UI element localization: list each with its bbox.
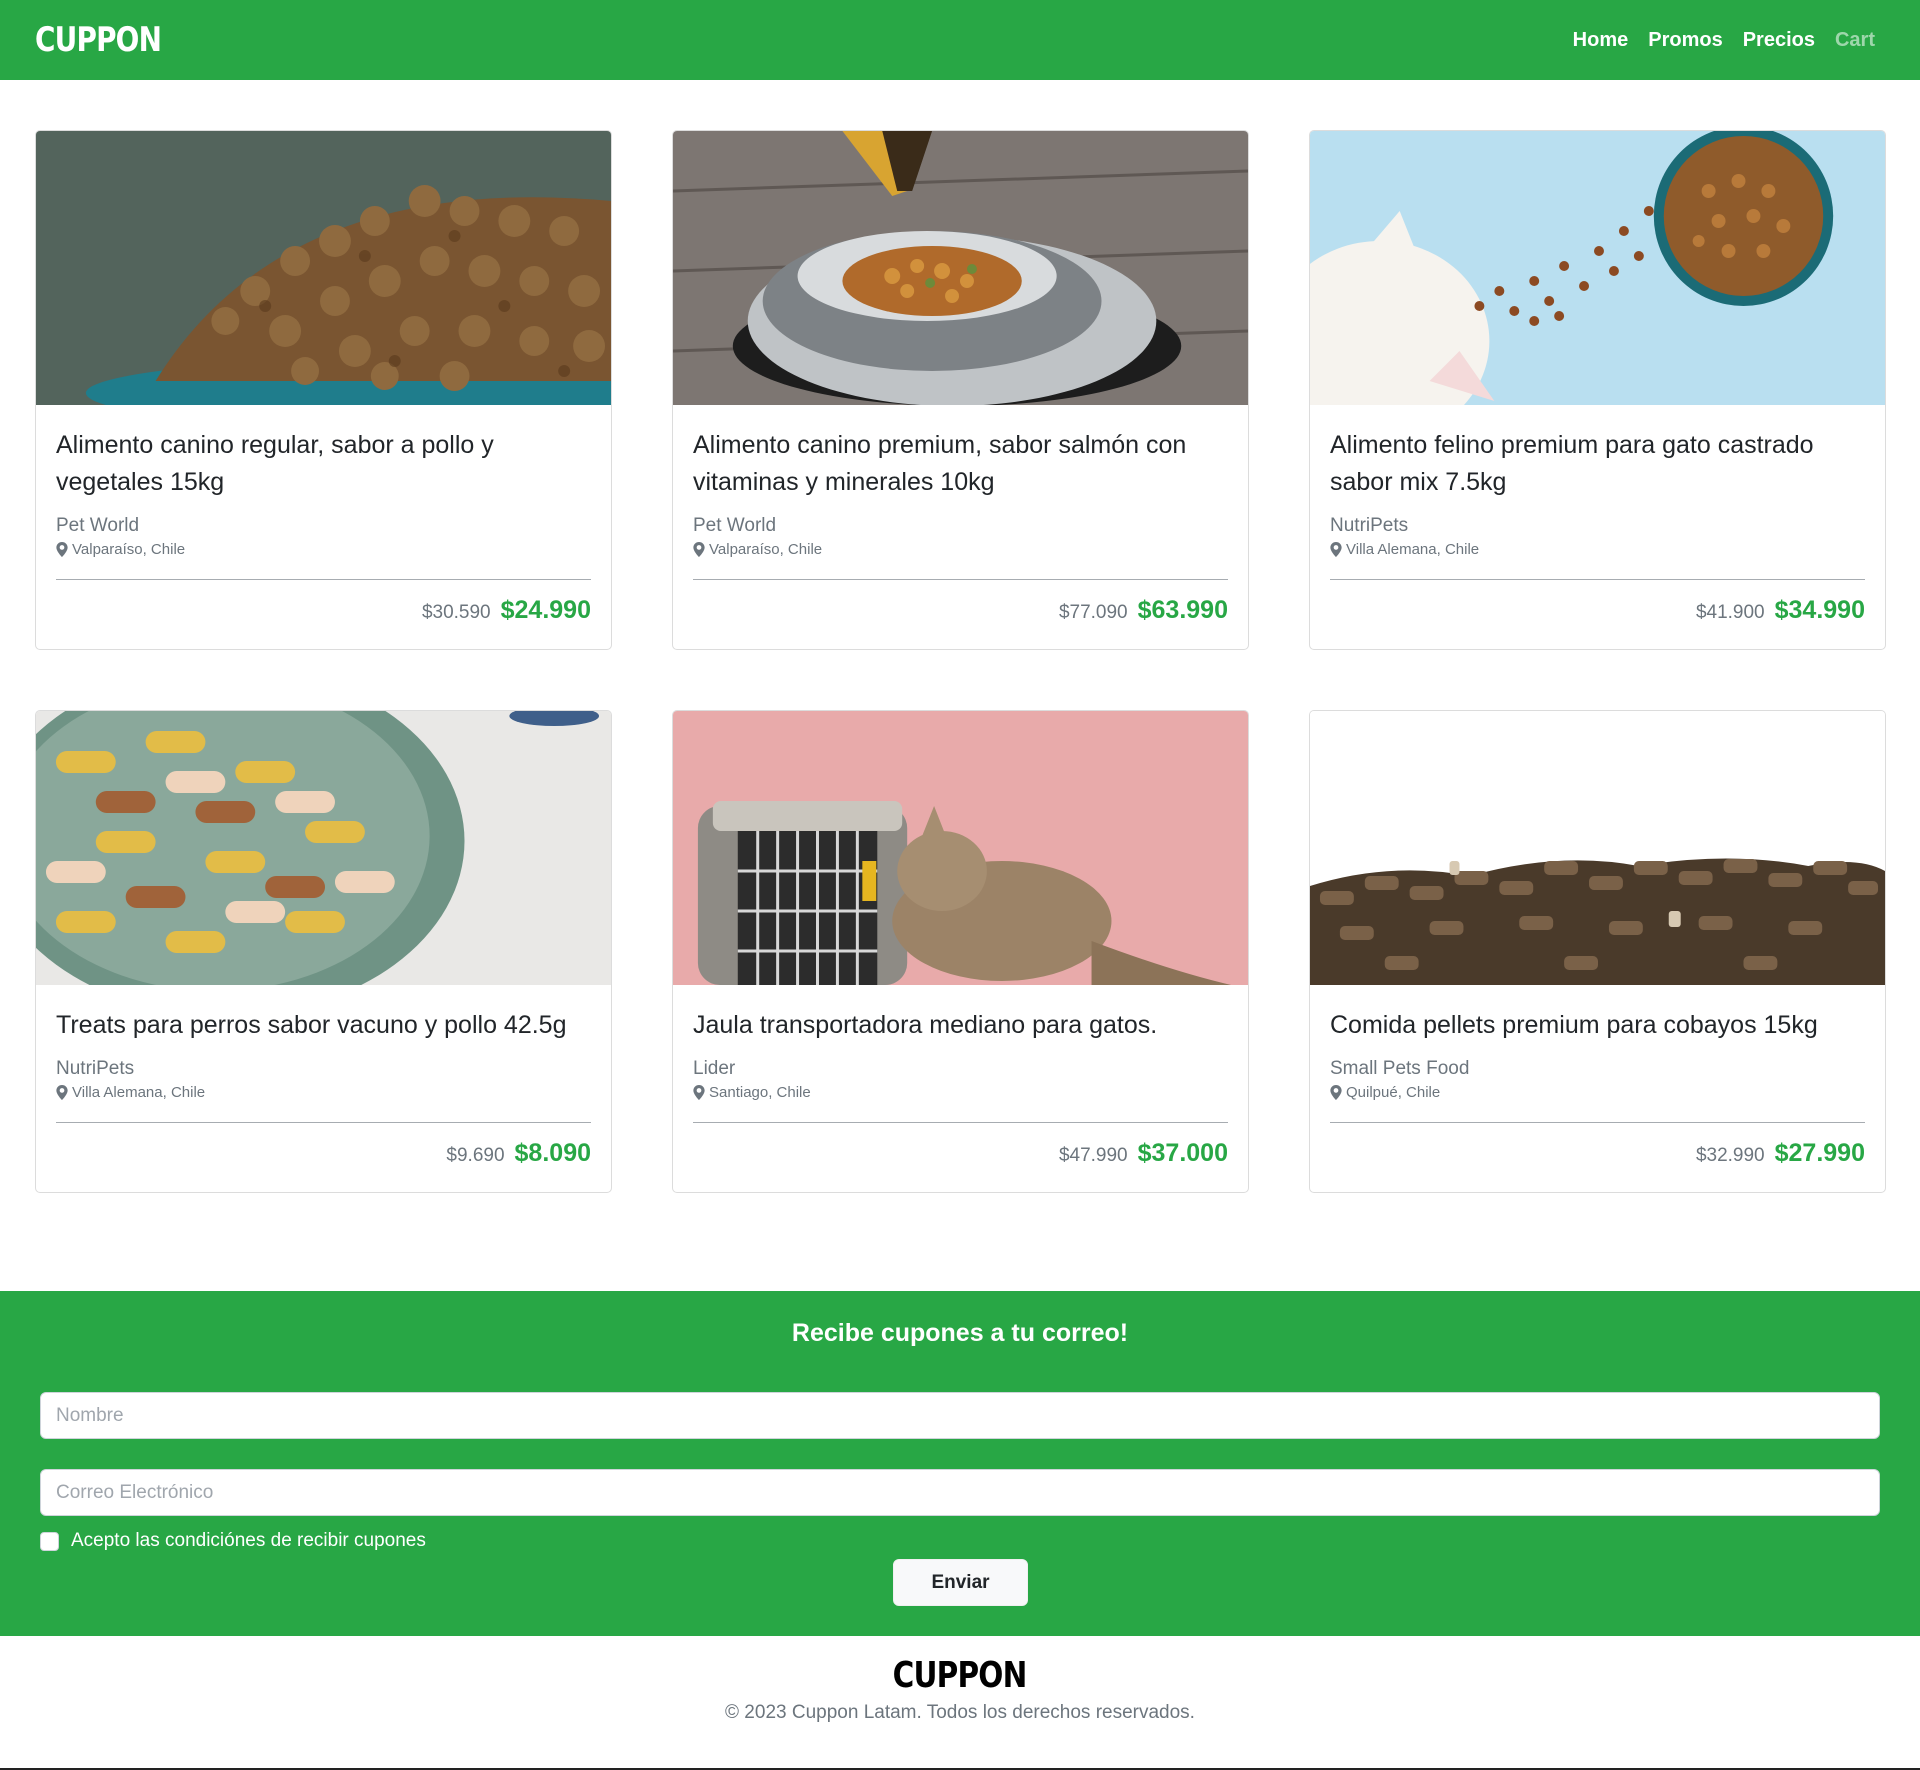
old-price: $32.990 bbox=[1695, 1145, 1765, 1166]
product-image-cat-carrier[interactable] bbox=[673, 711, 1248, 985]
discount-price: $37.000 bbox=[1137, 1139, 1228, 1167]
old-price: $30.590 bbox=[421, 602, 491, 623]
divider bbox=[1330, 579, 1865, 580]
map-marker-icon bbox=[1330, 1085, 1342, 1100]
discount-price: $8.090 bbox=[514, 1139, 591, 1167]
nav-links: Home Promos Precios Cart bbox=[1573, 29, 1875, 52]
product-title[interactable]: Alimento canino regular, sabor a pollo y… bbox=[56, 427, 591, 501]
footer-brand-logo: CUPPON bbox=[0, 1655, 1920, 1696]
location-text: Villa Alemana, Chile bbox=[72, 1084, 206, 1101]
old-price: $41.900 bbox=[1695, 602, 1765, 623]
brand-logo[interactable]: CUPPON bbox=[35, 20, 162, 60]
location-text: Quilpué, Chile bbox=[1346, 1084, 1441, 1101]
location-text: Villa Alemana, Chile bbox=[1346, 541, 1480, 558]
card-body: Comida pellets premium para cobayos 15kg… bbox=[1310, 985, 1885, 1192]
footer-copyright: © 2023 Cuppon Latam. Todos los derechos … bbox=[725, 1702, 1195, 1723]
product-card[interactable]: Alimento canino regular, sabor a pollo y… bbox=[35, 130, 612, 650]
divider bbox=[693, 1122, 1228, 1123]
price-row: $32.990 $27.990 bbox=[1330, 1139, 1865, 1168]
terms-checkbox-row[interactable]: Acepto las condiciónes de recibir cupone… bbox=[40, 1530, 426, 1552]
location-text: Valparaíso, Chile bbox=[709, 541, 823, 558]
vendor-name: Lider bbox=[693, 1058, 736, 1079]
old-price: $47.990 bbox=[1058, 1145, 1128, 1166]
map-marker-icon bbox=[56, 1085, 68, 1100]
location: Villa Alemana, Chile bbox=[1330, 541, 1865, 558]
subscribe-section: Recibe cupones a tu correo! Acepto las c… bbox=[0, 1291, 1920, 1636]
product-grid: Alimento canino regular, sabor a pollo y… bbox=[35, 130, 1886, 1193]
product-title[interactable]: Jaula transportadora mediano para gatos. bbox=[693, 1007, 1228, 1044]
price-row: $30.590 $24.990 bbox=[56, 596, 591, 625]
map-marker-icon bbox=[693, 542, 705, 557]
divider bbox=[56, 1122, 591, 1123]
send-button[interactable]: Enviar bbox=[893, 1559, 1028, 1606]
vendor-name: Pet World bbox=[56, 515, 140, 536]
product-title[interactable]: Alimento felino premium para gato castra… bbox=[1330, 427, 1865, 501]
terms-checkbox[interactable] bbox=[40, 1531, 59, 1551]
product-image-pellets[interactable] bbox=[1310, 711, 1885, 985]
discount-price: $34.990 bbox=[1774, 596, 1865, 624]
location-text: Santiago, Chile bbox=[709, 1084, 811, 1101]
product-card[interactable]: Treats para perros sabor vacuno y pollo … bbox=[35, 710, 612, 1193]
map-marker-icon bbox=[56, 542, 68, 557]
card-body: Alimento canino regular, sabor a pollo y… bbox=[36, 405, 611, 649]
location-text: Valparaíso, Chile bbox=[72, 541, 186, 558]
product-card[interactable]: Alimento felino premium para gato castra… bbox=[1309, 130, 1886, 650]
product-card[interactable]: Comida pellets premium para cobayos 15kg… bbox=[1309, 710, 1886, 1193]
product-image-steel-bowl[interactable] bbox=[673, 131, 1248, 405]
nav-link-precios[interactable]: Precios bbox=[1743, 29, 1815, 52]
product-title[interactable]: Alimento canino premium, sabor salmón co… bbox=[693, 427, 1228, 501]
product-card[interactable]: Alimento canino premium, sabor salmón co… bbox=[672, 130, 1249, 650]
vendor-name: Pet World bbox=[693, 515, 777, 536]
product-card[interactable]: Jaula transportadora mediano para gatos.… bbox=[672, 710, 1249, 1193]
discount-price: $27.990 bbox=[1774, 1139, 1865, 1167]
terms-checkbox-label: Acepto las condiciónes de recibir cupone… bbox=[71, 1530, 426, 1551]
price-row: $77.090 $63.990 bbox=[693, 596, 1228, 625]
map-marker-icon bbox=[1330, 542, 1342, 557]
subscribe-title: Recibe cupones a tu correo! bbox=[791, 1319, 1129, 1347]
product-title[interactable]: Comida pellets premium para cobayos 15kg bbox=[1330, 1007, 1865, 1044]
product-image-cat-bowl[interactable] bbox=[1310, 131, 1885, 405]
price-row: $41.900 $34.990 bbox=[1330, 596, 1865, 625]
location: Villa Alemana, Chile bbox=[56, 1084, 591, 1101]
footer-brand-text: CUPPON bbox=[893, 1655, 1028, 1696]
nav-link-cart[interactable]: Cart bbox=[1835, 29, 1875, 52]
nav-link-home[interactable]: Home bbox=[1573, 29, 1629, 52]
nav-link-promos[interactable]: Promos bbox=[1648, 29, 1722, 52]
divider bbox=[1330, 1122, 1865, 1123]
navbar: CUPPON Home Promos Precios Cart bbox=[0, 0, 1920, 80]
product-image-bone-treats[interactable] bbox=[36, 711, 611, 985]
card-body: Jaula transportadora mediano para gatos.… bbox=[673, 985, 1248, 1192]
location: Quilpué, Chile bbox=[1330, 1084, 1865, 1101]
product-image-dog-kibble[interactable] bbox=[36, 131, 611, 405]
location: Valparaíso, Chile bbox=[56, 541, 591, 558]
discount-price: $24.990 bbox=[500, 596, 591, 624]
card-body: Treats para perros sabor vacuno y pollo … bbox=[36, 985, 611, 1192]
price-row: $9.690 $8.090 bbox=[56, 1139, 591, 1168]
old-price: $9.690 bbox=[446, 1145, 505, 1166]
old-price: $77.090 bbox=[1058, 602, 1128, 623]
map-marker-icon bbox=[693, 1085, 705, 1100]
location: Valparaíso, Chile bbox=[693, 541, 1228, 558]
vendor-name: Small Pets Food bbox=[1330, 1058, 1470, 1079]
email-field[interactable] bbox=[40, 1469, 1880, 1516]
divider bbox=[693, 579, 1228, 580]
vendor-name: NutriPets bbox=[1330, 515, 1409, 536]
location: Santiago, Chile bbox=[693, 1084, 1228, 1101]
vendor-name: NutriPets bbox=[56, 1058, 135, 1079]
card-body: Alimento canino premium, sabor salmón co… bbox=[673, 405, 1248, 649]
divider bbox=[56, 579, 591, 580]
price-row: $47.990 $37.000 bbox=[693, 1139, 1228, 1168]
discount-price: $63.990 bbox=[1137, 596, 1228, 624]
name-field[interactable] bbox=[40, 1392, 1880, 1439]
card-body: Alimento felino premium para gato castra… bbox=[1310, 405, 1885, 649]
product-title[interactable]: Treats para perros sabor vacuno y pollo … bbox=[56, 1007, 591, 1044]
